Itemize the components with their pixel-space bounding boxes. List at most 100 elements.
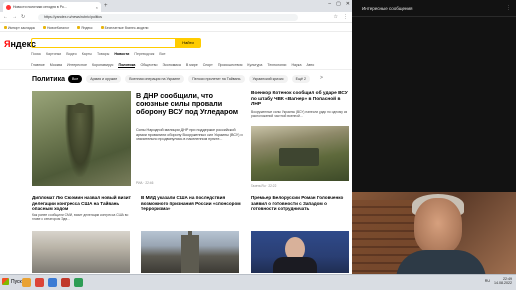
- minimize-icon[interactable]: –: [328, 1, 331, 7]
- app-icon[interactable]: [48, 278, 57, 287]
- clock[interactable]: 22:49 14.08.2022: [494, 277, 512, 285]
- search-button[interactable]: Найти: [175, 38, 201, 48]
- rubric-link[interactable]: Спорт: [203, 63, 213, 68]
- side-story-image: [251, 126, 349, 181]
- main-story-source: РИА · 22:46: [136, 181, 154, 185]
- window-controls: – ▢ ✕: [328, 1, 350, 7]
- chip-more[interactable]: Ещё 2: [291, 75, 310, 83]
- address-toolbar: ← → ↻ https://yandex.ru/news/rubric/poli…: [0, 12, 352, 23]
- service-link[interactable]: Поиск: [31, 52, 41, 56]
- service-link-news[interactable]: Новости: [114, 52, 129, 56]
- service-link[interactable]: Все: [159, 52, 165, 56]
- news-card[interactable]: В МИД указали США на последствия возможн…: [141, 195, 241, 273]
- more-options-icon[interactable]: ⋮: [506, 5, 511, 11]
- rubric-link[interactable]: Культура: [247, 63, 262, 68]
- topic-chips: Все Армия и оружие Военная операция на У…: [68, 75, 310, 83]
- rubric-link[interactable]: Общество: [140, 63, 157, 68]
- main-story-image: [32, 91, 131, 186]
- close-tab-icon[interactable]: ×: [96, 5, 98, 10]
- bookmark-item[interactable]: НовоеКаталог: [42, 26, 69, 30]
- menu-icon[interactable]: ⋮: [343, 14, 348, 20]
- news-card[interactable]: Премьер Белоруссии Роман Головченко заяв…: [251, 195, 351, 273]
- service-link[interactable]: Товары: [97, 52, 109, 56]
- bookmarks-bar: Импорт закладок НовоеКаталог Яндекс Бесп…: [0, 24, 352, 32]
- explorer-icon[interactable]: [22, 278, 31, 287]
- chip[interactable]: Пелоси прилетит на Тайвань: [188, 75, 245, 83]
- news-card-text: Как ранее сообщили СМИ, визит делегации …: [32, 212, 129, 221]
- app-icon[interactable]: [74, 278, 83, 287]
- reload-icon[interactable]: ↻: [21, 14, 25, 20]
- rubrics-nav: Главное Москва Интересное Коронавирус По…: [31, 63, 314, 68]
- rubric-link[interactable]: Экономика: [163, 63, 181, 68]
- rubric-link[interactable]: Наука: [291, 63, 301, 68]
- search-input[interactable]: [31, 38, 176, 48]
- chat-panel: Интересные сообщения ⋮: [352, 0, 516, 192]
- app-icon[interactable]: [61, 278, 70, 287]
- browser-icon[interactable]: [35, 278, 44, 287]
- section-title: Политика: [32, 76, 66, 83]
- service-link[interactable]: Видео: [66, 52, 77, 56]
- maximize-icon[interactable]: ▢: [336, 1, 341, 7]
- chip[interactable]: Военная операция на Украине: [125, 75, 185, 83]
- side-story-text: Вооруженные силы Украины (ВСУ) нанесли у…: [251, 109, 348, 118]
- news-card-headline[interactable]: В МИД указали США на последствия возможн…: [141, 195, 241, 212]
- chips-next-icon[interactable]: >: [320, 75, 323, 81]
- bookmark-star-icon[interactable]: ☆: [334, 14, 338, 20]
- chip[interactable]: Армия и оружие: [86, 75, 122, 83]
- bookmark-icon: [42, 26, 46, 29]
- address-input[interactable]: https://yandex.ru/news/rubric/politics: [38, 14, 298, 21]
- services-nav: Поиск Картинки Видео Карты Товары Новост…: [31, 52, 166, 56]
- news-card-headline[interactable]: Премьер Белоруссии Роман Головченко заяв…: [251, 195, 351, 212]
- tab-bar: Новости политики сегодня в Ро... × + – ▢…: [0, 0, 352, 12]
- chat-title[interactable]: Интересные сообщения: [362, 6, 412, 11]
- language-indicator[interactable]: RU: [485, 279, 490, 283]
- service-link[interactable]: Карты: [82, 52, 92, 56]
- browser-window: Новости политики сегодня в Ро... × + – ▢…: [0, 0, 352, 274]
- service-link[interactable]: Картинки: [46, 52, 61, 56]
- news-card[interactable]: Дипломат Лю Сюэмин назвал новый визит де…: [32, 195, 132, 273]
- chip[interactable]: Украинский кризис: [248, 75, 288, 83]
- rubric-link[interactable]: Авто: [306, 63, 314, 68]
- service-link[interactable]: Переводчик: [134, 52, 154, 56]
- news-card-image: [32, 231, 130, 273]
- back-icon[interactable]: ←: [3, 14, 8, 20]
- start-button[interactable]: Пуск: [2, 278, 22, 285]
- bookmark-icon: [77, 26, 81, 29]
- taskbar: Пуск RU 22:49 14.08.2022: [0, 274, 516, 290]
- news-card-headline[interactable]: Дипломат Лю Сюэмин назвал новый визит де…: [32, 195, 132, 212]
- rubric-link[interactable]: Технологии: [267, 63, 286, 68]
- chip-all[interactable]: Все: [68, 75, 83, 83]
- side-story-source: Газета.Ru · 22:22: [251, 184, 277, 188]
- nav-buttons: ← → ↻: [3, 14, 25, 20]
- rubric-link[interactable]: В мире: [186, 63, 198, 68]
- main-story-headline[interactable]: В ДНР сообщили, что союзные силы провали…: [136, 92, 244, 116]
- system-tray: RU 22:49 14.08.2022: [485, 277, 512, 285]
- rubric-link[interactable]: Коронавирус: [92, 63, 114, 68]
- toolbar-right: ☆ ⋮: [334, 14, 348, 20]
- bookmark-item[interactable]: Яндекс: [77, 26, 93, 30]
- forward-icon[interactable]: →: [12, 14, 17, 20]
- rubric-link[interactable]: Происшествия: [218, 63, 243, 68]
- rubric-link-politics[interactable]: Политика: [118, 63, 136, 68]
- chat-divider: [352, 16, 516, 17]
- bookmark-icon: [100, 26, 104, 29]
- rubric-link[interactable]: Главное: [31, 63, 45, 68]
- bookmark-item[interactable]: Импорт закладок: [4, 26, 35, 30]
- bookmark-icon: [4, 26, 7, 29]
- side-story-headline[interactable]: Военкор Котенок сообщил об ударе ВСУ по …: [251, 91, 351, 108]
- main-story-text: Силы Народной милиции ДНР при поддержке …: [136, 128, 243, 142]
- new-tab-button[interactable]: +: [104, 2, 108, 10]
- close-window-icon[interactable]: ✕: [346, 1, 350, 7]
- yandex-news-page: Яндекс Найти Поиск Картинки Видео Карты …: [0, 33, 352, 273]
- browser-tab[interactable]: Новости политики сегодня в Ро... ×: [3, 2, 101, 12]
- taskbar-apps: [22, 278, 83, 287]
- rubric-link[interactable]: Интересное: [67, 63, 87, 68]
- news-card-image: [251, 231, 349, 273]
- screen: Новости политики сегодня в Ро... × + – ▢…: [0, 0, 516, 290]
- rubric-divider: [0, 69, 352, 70]
- rubric-link[interactable]: Москва: [50, 63, 62, 68]
- yandex-favicon-icon: [6, 4, 11, 10]
- bookmark-item[interactable]: Бесплатные бизнес-модели: [100, 26, 148, 30]
- tab-title: Новости политики сегодня в Ро...: [13, 5, 67, 9]
- webcam-overlay: [352, 192, 516, 274]
